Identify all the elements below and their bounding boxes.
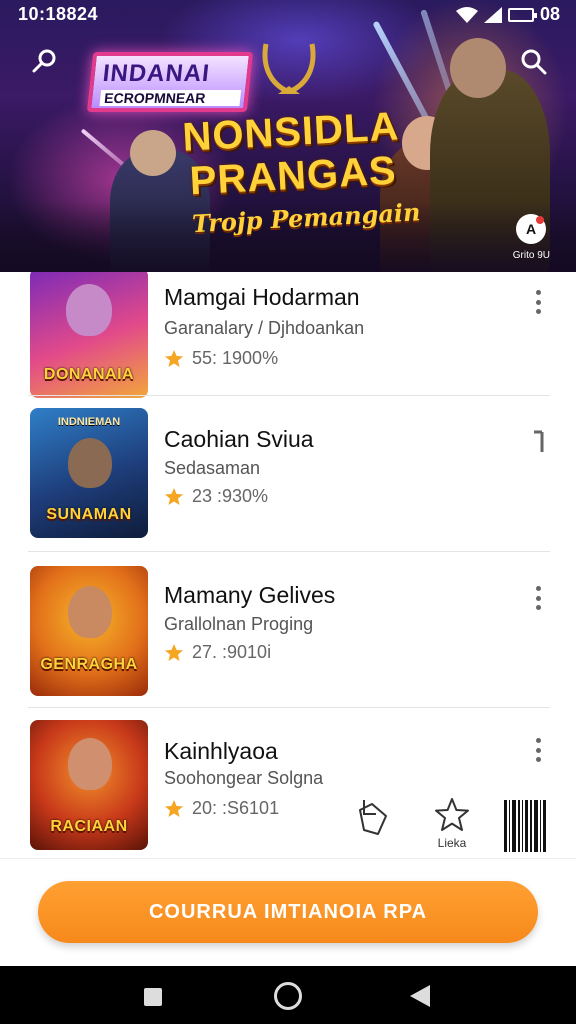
star-icon [165,487,183,505]
app-thumbnail: DONANAIA [30,272,148,398]
more-options-button[interactable] [530,586,546,610]
thumbnail-character [68,586,112,638]
battery-icon [507,7,537,22]
star-icon [165,799,183,817]
search-icon [521,49,547,75]
status-icons: 08 [455,4,560,25]
list-item[interactable]: RACIAAN Kainhlyaoa Soohongear Solgna 20:… [0,708,576,856]
app-title: Mamany Gelives [164,582,336,608]
app-thumbnail: RACIAAN [30,720,148,850]
back-button[interactable] [410,985,430,1007]
primary-cta-button[interactable]: COURRUA IMTIANOIA RPA [38,881,538,943]
logo-line2: ECROPMNEAR [99,90,242,106]
list-item[interactable]: INDNIEMAN SUNAMAN Caohian Sviua Sedasama… [0,396,576,552]
app-rating: 23 :930% [164,486,268,507]
system-nav-bar [0,966,576,1024]
laurel-icon [262,43,316,95]
more-options-button[interactable] [530,738,546,762]
signal-icon [483,6,502,23]
battery-level: 08 [539,4,560,24]
more-vert-icon [535,738,541,743]
app-subtitle: Soohongear Solgna [164,768,324,788]
home-button[interactable] [274,982,302,1010]
hero-character-left-head [130,130,176,176]
game-logo: INDANAI ECROPMNEAR [86,52,254,112]
thumbnail-character [68,438,112,488]
thumbnail-title: DONANAIA [43,366,135,383]
app-thumbnail: GENRAGHA [30,566,148,696]
app-rating: 55: 1900% [164,348,278,369]
status-bar: 10:18824 08 [0,0,576,30]
app-subtitle: Garanalary / Djhdoankan [164,318,365,338]
app-subtitle: Grallolnan Proging [164,614,314,634]
star-outline-icon [435,798,469,831]
share-button[interactable] [356,796,396,856]
cta-area: COURRUA IMTIANOIA RPA [0,858,576,966]
hero-app-badge[interactable]: A [516,214,546,244]
more-options-button[interactable] [530,290,546,314]
thumbnail-title: SUNAMAN [46,506,132,523]
share-icon [359,800,387,835]
list-item[interactable]: GENRAGHA Mamany Gelives Grallolnan Progi… [0,552,576,708]
rating-value: 27. :9010i [192,642,272,662]
app-screen: 10:18824 08 INDANAI ECROPMNEAR NONSIDLA … [0,0,576,1024]
app-title: Caohian Sviua [164,426,314,452]
app-title: Mamgai Hodarman [164,284,360,310]
favorite-button[interactable]: Lieka [430,796,474,856]
star-icon [165,349,183,367]
app-title: Kainhlyaoa [164,738,278,764]
hero-title: NONSIDLA PRANGAS [170,104,414,204]
app-subtitle: Sedasaman [164,458,261,478]
favorite-label: Lieka [437,836,467,850]
star-icon [165,643,183,661]
rating-value: 55: 1900% [192,348,279,368]
logo-line1: INDANAI [101,60,212,87]
wifi-icon [455,6,478,23]
more-vert-icon [534,430,544,452]
app-rating: 20: :S6101 [164,798,279,819]
list-item[interactable]: DONANAIA Mamgai Hodarman Garanalary / Dj… [0,272,576,398]
recents-button[interactable] [144,988,162,1006]
thumbnail-title: GENRAGHA [40,656,138,673]
more-vert-icon [535,586,541,591]
hero-character-right-head [450,38,506,98]
search-back-icon [32,49,56,73]
back-search-button[interactable] [24,42,64,82]
status-time: 10:18824 [18,4,99,24]
rating-value: 20: :S6101 [192,798,280,818]
thumbnail-character [66,284,112,336]
notification-dot [536,216,544,224]
app-thumbnail: INDNIEMAN SUNAMAN [30,408,148,538]
badge-letter: A [525,221,537,237]
hero-banner: 10:18824 08 INDANAI ECROPMNEAR NONSIDLA … [0,0,576,272]
search-button[interactable] [514,42,554,82]
thumbnail-top-label: INDNIEMAN [57,416,121,428]
barcode-icon[interactable] [504,800,546,852]
rating-value: 23 :930% [192,486,269,506]
more-vert-icon [535,290,541,295]
hero-caption: Grito 9U [512,250,550,261]
thumbnail-character [68,738,112,790]
thumbnail-title: RACIAAN [50,818,128,835]
app-rating: 27. :9010i [164,642,271,663]
more-options-button[interactable] [532,430,546,454]
app-list: DONANAIA Mamgai Hodarman Garanalary / Dj… [0,272,576,856]
